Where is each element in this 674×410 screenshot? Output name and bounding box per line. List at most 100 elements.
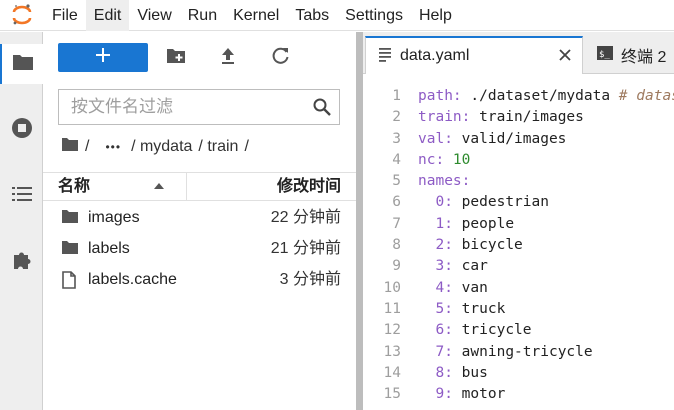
line-content: 4: van [435,279,488,296]
file-list: images 22 分钟前 labels 21 分钟前 labels.cache… [43,202,356,295]
line-number: 6 [392,194,401,211]
upload-button[interactable] [216,46,240,70]
tab-label: 终端 2 [621,49,667,66]
new-launcher-button[interactable] [58,43,148,72]
line-number: 15 [383,386,401,403]
line-number: 11 [383,300,401,317]
panel-splitter[interactable] [356,32,363,410]
code-line: 6 0: pedestrian [363,192,674,213]
folder-icon [61,240,79,260]
home-folder-icon[interactable] [61,137,79,157]
table-of-contents-tab[interactable] [0,176,43,216]
file-modified: 21 分钟前 [270,240,341,257]
menu-settings[interactable]: Settings [337,0,411,31]
file-filter-input[interactable] [59,90,299,124]
tab-terminal-2[interactable]: $_ 终端 2 [585,36,674,74]
menu-bar: File Edit View Run Kernel Tabs Settings … [0,0,674,31]
line-number: 1 [392,88,401,104]
menu-help[interactable]: Help [411,0,460,31]
file-list-header: 名称 修改时间 [43,172,356,201]
file-row-images[interactable]: images 22 分钟前 [43,202,356,233]
jupyter-logo-icon [0,0,44,31]
close-icon[interactable] [558,48,572,67]
line-content: 2: bicycle [435,237,523,254]
file-row-labels-cache[interactable]: labels.cache 3 分钟前 [43,264,356,295]
line-number: 8 [392,237,401,254]
line-number: 9 [392,258,401,275]
column-name-label: 名称 [58,178,91,195]
code-line: 2 train: train/images [363,107,674,128]
menu-edit[interactable]: Edit [85,0,130,31]
line-content: names: [418,173,471,190]
menu-view[interactable]: View [129,0,179,31]
terminal-icon: $_ [597,45,613,65]
running-sessions-tab[interactable] [0,110,43,150]
file-browser-toolbar [43,32,356,80]
puzzle-icon [11,249,33,276]
file-modified: 22 分钟前 [270,209,341,226]
breadcrumb-train[interactable]: / train [198,138,238,156]
breadcrumb-ellipsis[interactable]: ••• [105,140,121,154]
folder-icon [12,53,34,76]
new-folder-button[interactable] [164,46,188,70]
plus-icon [96,48,110,67]
tab-data-yaml[interactable]: data.yaml [365,36,583,74]
file-row-labels[interactable]: labels 21 分钟前 [43,233,356,264]
line-content: 3: car [435,258,488,275]
code-line: 12 6: tricycle [363,320,674,341]
line-content: 8: bus [435,364,488,381]
file-name: images [88,209,140,226]
extensions-tab[interactable] [0,242,43,282]
line-number: 13 [383,343,401,360]
refresh-button[interactable] [269,46,293,70]
file-icon [61,271,77,294]
menu-kernel[interactable]: Kernel [225,0,287,31]
line-number: 4 [392,151,401,168]
line-number: 2 [392,109,401,126]
code-line: 3 val: valid/images [363,129,674,150]
menu-run[interactable]: Run [180,0,225,31]
line-number: 5 [392,173,401,190]
line-content: 7: awning-tricycle [435,343,593,360]
menu-tabs[interactable]: Tabs [287,0,337,31]
code-line: 7 1: people [363,214,674,235]
line-content: train: train/images [418,109,584,126]
file-modified: 3 分钟前 [279,271,341,288]
line-content: 0: pedestrian [435,194,549,211]
column-modified-label: 修改时间 [276,178,341,195]
code-line: 4 nc: 10 [363,150,674,171]
tab-bar: data.yaml $_ 终端 2 [363,32,674,74]
tab-label: data.yaml [400,47,470,64]
code-line: 1 path: ./dataset/mydata # dataset root d… [363,86,674,107]
column-modified-header[interactable]: 修改时间 [186,173,356,200]
line-number: 12 [383,322,401,339]
line-number: 3 [392,130,401,147]
line-content: 9: motor [435,386,506,403]
code-line: 10 4: van [363,278,674,299]
file-browser-tab[interactable] [0,44,44,84]
breadcrumb-trailing-slash: / [244,138,249,155]
code-editor[interactable]: 1 path: ./dataset/mydata # dataset root d… [363,86,674,405]
code-line: 13 7: awning-tricycle [363,342,674,363]
file-filter-box [58,89,340,125]
code-line: 14 8: bus [363,363,674,384]
breadcrumb-root[interactable]: / [85,138,89,156]
line-number: 14 [383,364,401,381]
text-file-icon [378,46,392,67]
line-content: 6: tricycle [435,322,532,339]
file-browser: / ••• / mydata / train / 名称 修改时间 images … [43,32,356,410]
line-content: 1: people [435,215,515,232]
breadcrumb-mydata[interactable]: / mydata [131,138,192,156]
column-name-header[interactable]: 名称 [43,173,186,200]
breadcrumb: / ••• / mydata / train / [61,135,255,159]
line-content: 5: truck [435,300,506,317]
refresh-icon [272,47,290,70]
menu-file[interactable]: File [44,0,86,31]
stop-circle-icon [11,117,33,144]
search-icon[interactable] [313,98,331,121]
list-icon [11,185,33,208]
upload-icon [220,47,236,70]
new-folder-icon [166,48,186,69]
code-line: 8 2: bicycle [363,235,674,256]
file-name: labels.cache [88,271,177,288]
